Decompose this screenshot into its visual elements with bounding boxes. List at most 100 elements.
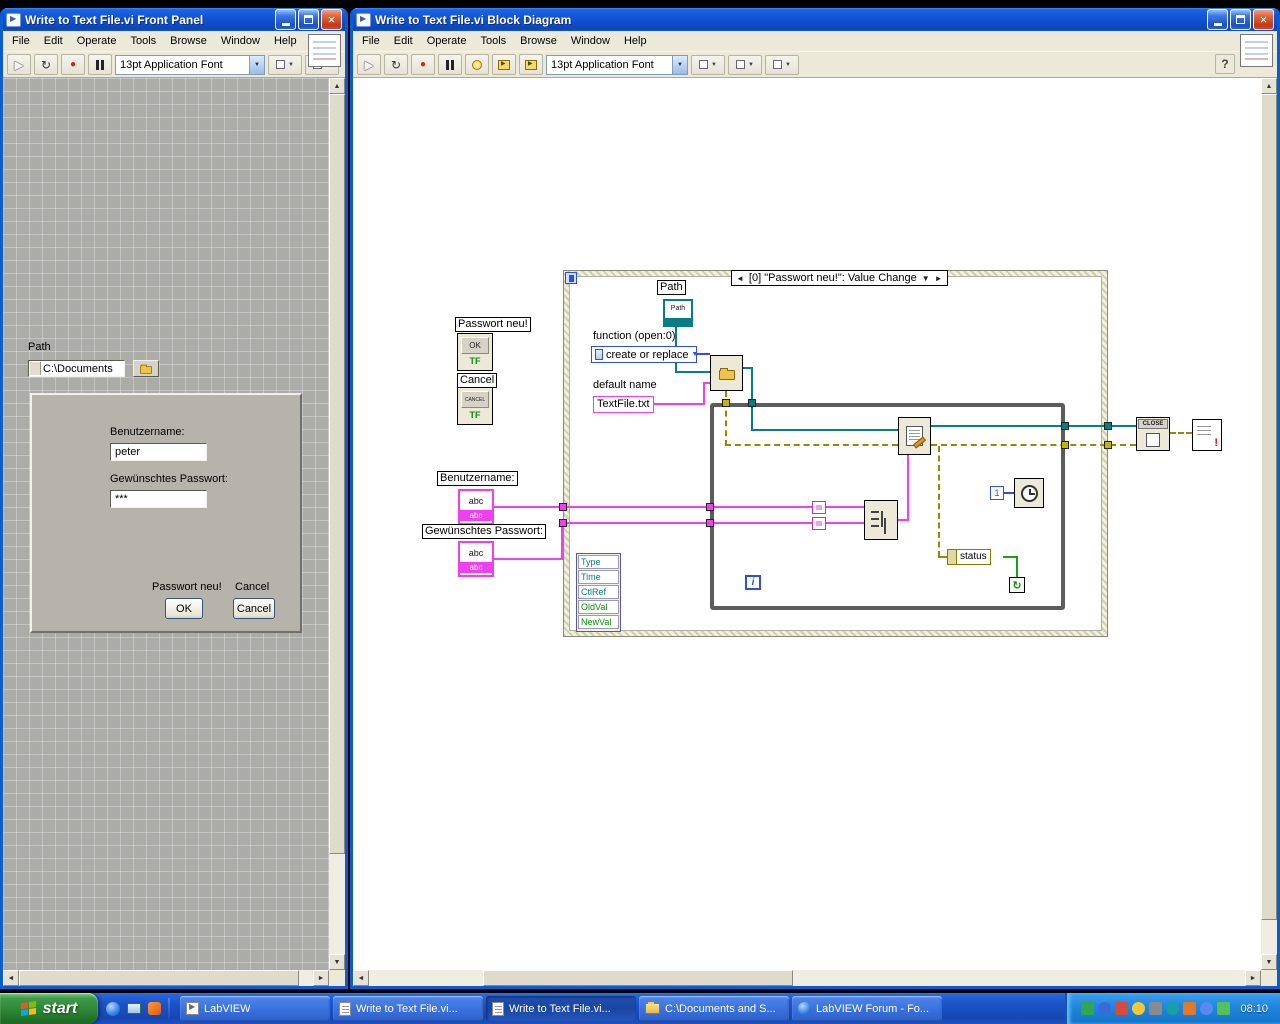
default-name-constant[interactable]: TextFile.txt xyxy=(593,396,654,413)
path-terminal-label[interactable]: Path xyxy=(657,280,686,295)
wire-string[interactable] xyxy=(907,455,909,521)
menu-operate[interactable]: Operate xyxy=(70,32,124,50)
tray-icon[interactable] xyxy=(1200,1002,1214,1015)
wire-error[interactable] xyxy=(938,446,940,557)
cancel-button[interactable]: Cancel xyxy=(233,598,275,619)
error-dialog-node[interactable]: ! xyxy=(1192,419,1222,451)
task-button-front-panel[interactable]: Write to Text File.vi... xyxy=(333,996,483,1021)
open-create-replace-file-node[interactable] xyxy=(710,355,743,391)
path-control[interactable]: C:\Documents xyxy=(28,360,125,377)
scroll-down-button[interactable]: ▼ xyxy=(329,954,345,970)
tray-icon[interactable] xyxy=(1132,1002,1146,1015)
wire-error[interactable] xyxy=(1170,432,1192,434)
event-data-node[interactable]: Type Time CtlRef OldVal NewVal xyxy=(576,553,621,632)
password-string-terminal[interactable]: abc abc xyxy=(458,541,494,577)
wire-refnum[interactable] xyxy=(751,429,898,431)
minimize-button[interactable] xyxy=(275,9,296,30)
wire-boolean[interactable] xyxy=(1016,556,1018,577)
wire-string[interactable] xyxy=(703,382,705,405)
wait-constant[interactable]: 1 xyxy=(990,486,1004,500)
username-terminal-label[interactable]: Benutzername: xyxy=(437,471,518,486)
scroll-thumb[interactable] xyxy=(19,970,299,986)
unbundle-status-node[interactable]: status xyxy=(947,549,991,565)
run-continuous-button[interactable]: ↻ xyxy=(384,54,408,75)
path-label[interactable]: Path xyxy=(28,341,51,353)
menu-edit[interactable]: Edit xyxy=(387,32,420,50)
scroll-thumb[interactable] xyxy=(329,94,345,854)
menu-browse[interactable]: Browse xyxy=(163,32,214,50)
tunnel[interactable] xyxy=(559,503,567,511)
front-panel-titlebar[interactable]: Write to Text File.vi Front Panel × xyxy=(3,8,345,31)
wire-string[interactable] xyxy=(653,403,705,405)
tunnel[interactable] xyxy=(748,399,756,407)
wire-string[interactable] xyxy=(703,382,710,384)
align-objects-dropdown[interactable]: ▼ xyxy=(691,54,725,75)
menu-file[interactable]: File xyxy=(5,32,37,50)
wire-string[interactable] xyxy=(561,522,563,560)
tray-icon[interactable] xyxy=(1217,1002,1231,1015)
default-name-label[interactable]: default name xyxy=(593,379,657,391)
iteration-terminal[interactable]: i xyxy=(745,575,761,590)
run-button[interactable]: ▶ xyxy=(7,54,31,75)
tunnel[interactable] xyxy=(1104,441,1112,449)
menu-tools[interactable]: Tools xyxy=(473,32,513,50)
ok-button-terminal[interactable]: OK TF xyxy=(457,333,493,371)
vi-icon-thumbnail[interactable] xyxy=(1240,34,1273,67)
step-into-button[interactable] xyxy=(492,54,516,75)
menu-edit[interactable]: Edit xyxy=(37,32,70,50)
menu-help[interactable]: Help xyxy=(267,32,304,50)
tray-icon[interactable] xyxy=(1098,1002,1112,1015)
font-selector[interactable]: 13pt Application Font ▼ xyxy=(546,54,688,75)
string-conversion-node[interactable] xyxy=(812,517,826,530)
scroll-thumb[interactable] xyxy=(1261,94,1277,920)
wire-string[interactable] xyxy=(494,506,814,508)
ok-button[interactable]: OK xyxy=(165,598,203,619)
password-terminal-label[interactable]: Gewünschtes Passwort: xyxy=(422,524,546,539)
scroll-up-button[interactable]: ▲ xyxy=(329,78,345,94)
browse-button[interactable] xyxy=(133,360,159,377)
scroll-thumb[interactable] xyxy=(483,970,793,986)
pause-button[interactable] xyxy=(438,54,462,75)
task-button-labview[interactable]: LabVIEW xyxy=(180,996,330,1021)
enum-selector-icon[interactable] xyxy=(595,349,603,360)
wire-numeric[interactable] xyxy=(1004,492,1014,494)
block-diagram-titlebar[interactable]: Write to Text File.vi Block Diagram × xyxy=(353,8,1277,31)
loop-condition-terminal[interactable]: ↻ xyxy=(1009,577,1025,593)
task-button-explorer[interactable]: C:\Documents and S... xyxy=(639,996,789,1021)
wire-string[interactable] xyxy=(561,522,814,524)
font-selector[interactable]: 13pt Application Font ▼ xyxy=(115,54,265,75)
next-case-icon[interactable]: ► xyxy=(935,274,943,283)
scroll-down-button[interactable]: ▼ xyxy=(1261,954,1277,970)
pause-button[interactable] xyxy=(88,54,112,75)
align-objects-dropdown[interactable]: ▼ xyxy=(268,54,302,75)
tunnel[interactable] xyxy=(1061,422,1069,430)
task-button-browser[interactable]: LabVIEW Forum - Fo... xyxy=(792,996,942,1021)
password-field[interactable]: *** xyxy=(110,490,207,508)
event-case-header[interactable]: ◄ [0] "Passwort neu!": Value Change ▼ ► xyxy=(731,270,948,286)
distribute-objects-dropdown[interactable]: ▼ xyxy=(728,54,762,75)
scroll-right-button[interactable]: ► xyxy=(313,970,329,986)
wire-error[interactable] xyxy=(938,556,947,558)
media-player-icon[interactable] xyxy=(148,1002,161,1015)
start-button[interactable]: start xyxy=(0,993,98,1024)
minimize-button[interactable] xyxy=(1207,9,1228,30)
reorder-dropdown[interactable]: ▼ xyxy=(765,54,799,75)
tunnel[interactable] xyxy=(706,519,714,527)
horizontal-scrollbar[interactable]: ◄ ► xyxy=(353,970,1261,986)
close-button[interactable]: × xyxy=(321,9,342,30)
menu-tools[interactable]: Tools xyxy=(123,32,163,50)
menu-operate[interactable]: Operate xyxy=(420,32,474,50)
tray-icon[interactable] xyxy=(1149,1002,1163,1015)
menu-browse[interactable]: Browse xyxy=(513,32,564,50)
write-text-file-node[interactable] xyxy=(898,417,931,455)
scroll-left-button[interactable]: ◄ xyxy=(3,970,19,986)
tunnel[interactable] xyxy=(1061,441,1069,449)
tray-icon[interactable] xyxy=(1081,1002,1095,1015)
font-dropdown-icon[interactable]: ▼ xyxy=(672,55,687,74)
run-button[interactable]: ▶ xyxy=(357,54,381,75)
font-dropdown-icon[interactable]: ▼ xyxy=(249,55,264,74)
context-help-button[interactable]: ? xyxy=(1215,54,1235,74)
wire-enum[interactable] xyxy=(697,353,710,355)
show-desktop-icon[interactable] xyxy=(127,1003,141,1014)
tunnel[interactable] xyxy=(722,399,730,407)
